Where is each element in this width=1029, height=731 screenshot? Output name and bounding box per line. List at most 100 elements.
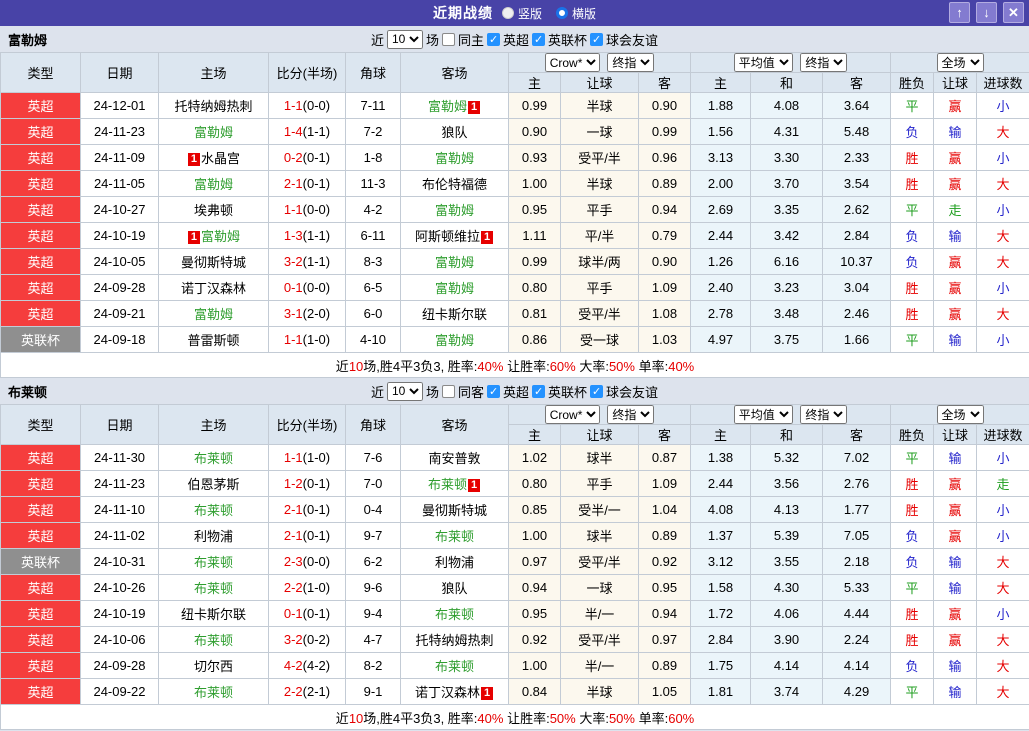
avg-draw-cell: 4.14 bbox=[750, 652, 824, 679]
home-team-cell: 普雷斯顿 bbox=[158, 326, 269, 353]
odds-home-cell: 0.92 bbox=[508, 626, 561, 653]
window-buttons: ↑ ↓ ✕ bbox=[949, 2, 1024, 23]
halftime-score: (1-0) bbox=[302, 580, 331, 595]
handicap-cell: 受一球 bbox=[560, 326, 639, 353]
handicap-cell: 平手 bbox=[560, 196, 639, 223]
score-cell: 3-1(2-0) bbox=[268, 300, 346, 327]
summary-text: 10 bbox=[348, 710, 364, 726]
away-team-cell: 富勒姆 bbox=[400, 248, 509, 275]
avg-away-cell: 2.18 bbox=[822, 548, 892, 575]
halftime-score: (0-1) bbox=[302, 150, 331, 165]
result-handicap-cell: 赢 bbox=[933, 144, 978, 171]
avg-away-cell: 5.48 bbox=[822, 118, 892, 145]
avg-draw-cell: 3.75 bbox=[750, 326, 824, 353]
halftime-score: (0-0) bbox=[302, 202, 331, 217]
summary-text: 让胜率: bbox=[503, 358, 550, 374]
result-outcome-cell: 负 bbox=[890, 522, 935, 549]
handicap-cell: 一球 bbox=[560, 118, 639, 145]
summary-text: 40% bbox=[477, 710, 504, 726]
date-cell: 24-11-23 bbox=[80, 470, 159, 497]
match-row: 英超 24-09-28 诺丁汉森林 0-1(0-0) 6-5 富勒姆 0.80 平手 1.09 2… bbox=[0, 274, 1029, 301]
league-label-friendly: 球会友谊 bbox=[606, 32, 659, 48]
halftime-score: (0-1) bbox=[302, 502, 331, 517]
halftime-score: (0-2) bbox=[302, 632, 331, 647]
subcol-odds-home: 主 bbox=[508, 424, 561, 445]
odds-home-cell: 1.11 bbox=[508, 222, 561, 249]
arrow-up-icon: ↑ bbox=[956, 5, 963, 20]
vertical-layout-radio[interactable] bbox=[501, 7, 514, 19]
score-cell: 2-1(0-1) bbox=[268, 170, 346, 197]
matches-table-2: 类型 日期 主场 比分(半场) 角球 客场 Crow* 终指 平均值 终指 全场… bbox=[0, 404, 1029, 730]
halftime-score: (0-1) bbox=[302, 476, 331, 491]
odds-away-cell: 0.89 bbox=[637, 522, 692, 549]
avg-home-cell: 1.38 bbox=[690, 444, 752, 471]
layout-radio-group: 竖版 横版 bbox=[501, 5, 596, 22]
team-name: 布伦特福德 bbox=[421, 177, 487, 192]
summary-text: 大率: bbox=[575, 358, 609, 374]
result-handicap-cell: 赢 bbox=[933, 300, 978, 327]
corner-cell: 8-3 bbox=[345, 248, 401, 275]
red-card-badge: 1 bbox=[481, 231, 493, 244]
league-checkbox-premier[interactable] bbox=[487, 384, 500, 398]
date-cell: 24-10-26 bbox=[80, 574, 159, 601]
final-index-select-1[interactable]: 终指 bbox=[607, 405, 655, 424]
unit-label: 场 bbox=[425, 384, 439, 400]
result-outcome-cell: 平 bbox=[890, 574, 935, 601]
corner-cell: 6-5 bbox=[345, 274, 401, 301]
red-card-badge: 1 bbox=[468, 101, 480, 114]
team-name: 伯恩茅斯 bbox=[187, 477, 240, 492]
scroll-down-button[interactable]: ↓ bbox=[976, 2, 997, 23]
scope-group-header: 全场 bbox=[890, 404, 1029, 425]
result-goals-cell: 大 bbox=[976, 626, 1029, 653]
halftime-score: (1-0) bbox=[302, 332, 331, 347]
average-select[interactable]: 平均值 bbox=[733, 405, 793, 424]
handicap-cell: 一球 bbox=[560, 574, 639, 601]
horizontal-layout-radio[interactable] bbox=[556, 7, 568, 19]
scroll-up-button[interactable]: ↑ bbox=[949, 2, 970, 23]
score-cell: 1-2(0-1) bbox=[268, 470, 346, 497]
bookmaker-select[interactable]: Crow* bbox=[544, 405, 600, 424]
odds-home-cell: 0.99 bbox=[508, 248, 561, 275]
col-header-date: 日期 bbox=[80, 52, 159, 93]
result-outcome-cell: 胜 bbox=[890, 470, 935, 497]
red-card-badge: 1 bbox=[187, 153, 200, 166]
team-name: 普雷斯顿 bbox=[187, 333, 240, 348]
close-button[interactable]: ✕ bbox=[1003, 2, 1024, 23]
same-venue-checkbox[interactable] bbox=[441, 32, 455, 46]
league-checkbox-premier[interactable] bbox=[487, 32, 500, 46]
league-checkbox-friendly[interactable] bbox=[590, 384, 604, 398]
avg-draw-cell: 5.39 bbox=[750, 522, 824, 549]
avg-home-cell: 2.78 bbox=[690, 300, 752, 327]
league-checkbox-friendly[interactable] bbox=[590, 32, 604, 46]
summary-text: 单率: bbox=[634, 358, 669, 374]
team-name: 富勒姆 bbox=[193, 177, 233, 192]
away-team-cell: 曼彻斯特城 bbox=[400, 496, 509, 523]
scope-select[interactable]: 全场 bbox=[936, 405, 984, 424]
fulltime-score: 3-2 bbox=[283, 254, 303, 269]
final-index-select-2[interactable]: 终指 bbox=[800, 53, 848, 72]
final-index-select-2[interactable]: 终指 bbox=[800, 405, 848, 424]
odds-home-cell: 1.00 bbox=[508, 652, 561, 679]
league-checkbox-eflcup[interactable] bbox=[532, 32, 546, 46]
red-card-badge: 1 bbox=[468, 479, 480, 492]
result-handicap-cell: 赢 bbox=[933, 600, 978, 627]
odds-home-cell: 0.80 bbox=[508, 274, 561, 301]
league-type-cell: 英超 bbox=[0, 92, 81, 119]
home-team-cell: 伯恩茅斯 bbox=[158, 470, 269, 497]
match-count-select[interactable]: 10 bbox=[386, 381, 423, 401]
average-select[interactable]: 平均值 bbox=[733, 53, 793, 72]
final-index-select-1[interactable]: 终指 bbox=[607, 53, 655, 72]
team-name: 曼彻斯特城 bbox=[421, 503, 487, 518]
handicap-cell: 平手 bbox=[560, 274, 639, 301]
home-team-cell: 富勒姆 bbox=[158, 118, 269, 145]
halftime-score: (2-0) bbox=[302, 306, 331, 321]
bookmaker-select[interactable]: Crow* bbox=[544, 53, 600, 72]
same-venue-checkbox[interactable] bbox=[441, 384, 455, 398]
match-row: 英联杯 24-10-31 布莱顿 2-3(0-0) 6-2 利物浦 0.97 受平/半 0.92… bbox=[0, 548, 1029, 575]
avg-home-cell: 1.75 bbox=[690, 652, 752, 679]
match-count-select[interactable]: 10 bbox=[386, 29, 423, 49]
league-checkbox-eflcup[interactable] bbox=[532, 384, 546, 398]
odds-away-cell: 1.09 bbox=[637, 470, 692, 497]
summary-text: 单率: bbox=[634, 710, 669, 726]
scope-select[interactable]: 全场 bbox=[936, 53, 984, 72]
